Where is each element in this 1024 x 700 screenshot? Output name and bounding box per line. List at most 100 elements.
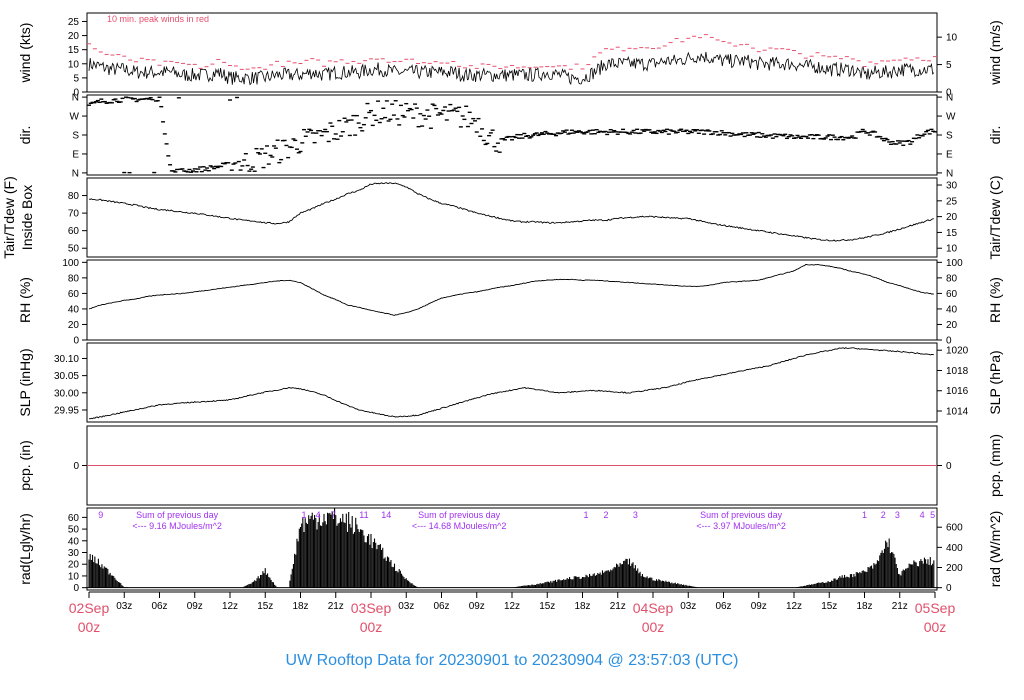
daily-sum-label: Sum of previous day: [136, 510, 219, 520]
daily-sum-value: <--- 3.97 MJoules/m^2: [696, 521, 786, 531]
y-tick-label: 60: [68, 513, 80, 524]
y-tick-label: 40: [68, 536, 80, 547]
y-right-tick-label: 15: [946, 228, 958, 239]
y-axis-label: rad(Lgly/hr): [17, 513, 33, 585]
y-right-tick-label: 1016: [946, 386, 969, 397]
x-tick-label: 09z: [469, 601, 485, 612]
y-right-tick-label: 0: [946, 461, 952, 472]
y-tick-label: W: [70, 112, 80, 123]
weather-chart: UW Rooftop Data for 20230901 to 20230904…: [1, 12, 1003, 669]
hour-annotation: 3: [895, 510, 900, 520]
hour-annotation: 1: [302, 510, 307, 520]
panel-frame-wind: [86, 12, 938, 93]
hour-annotation: 2: [603, 510, 608, 520]
y-tick-label: 30.05: [54, 371, 79, 382]
daily-sum-value: <--- 9.16 MJoules/m^2: [132, 521, 222, 531]
hour-annotation: 2: [881, 510, 886, 520]
y-right-tick-label: 1014: [946, 407, 969, 418]
y-right-tick-label: 20: [946, 320, 958, 331]
daily-sum-label: Sum of previous day: [700, 510, 783, 520]
y-right-tick-label: 100: [946, 258, 963, 269]
y-tick-label: 0: [73, 461, 79, 472]
hour-annotation: 5: [930, 510, 935, 520]
y-axis-label-right: rad (W/m^2): [987, 511, 1003, 588]
x-tick-label: 06z: [151, 601, 167, 612]
y-tick-label: 50: [68, 244, 80, 255]
hour-annotation: 7: [331, 510, 336, 520]
x-tick-label: 12z: [786, 601, 802, 612]
x-tick-label: 03z: [680, 601, 696, 612]
y-right-tick-label: 600: [946, 523, 963, 534]
wind-annotation: 10 min. peak winds in red: [107, 14, 209, 24]
y-tick-label: 15: [68, 45, 80, 56]
panel-frame-temp: [86, 177, 938, 258]
x-day-hour-label: 00z: [78, 619, 101, 635]
x-tick-label: 06z: [715, 601, 731, 612]
chart-title: UW Rooftop Data for 20230901 to 20230904…: [286, 652, 739, 669]
y-axis-label: SLP (inHg): [17, 348, 33, 416]
hour-annotation: 11: [359, 510, 368, 520]
y-right-tick-label: 60: [946, 289, 958, 300]
y-right-tick-label: 80: [946, 273, 958, 284]
y-tick-label: 10: [68, 571, 80, 582]
y-tick-label: 70: [68, 209, 80, 220]
x-day-label: 05Sep: [915, 600, 956, 616]
y-tick-label: 80: [68, 273, 80, 284]
y-tick-label: 100: [62, 258, 79, 269]
y-axis-label-right: Tair/Tdew (C): [987, 175, 1003, 259]
y-right-tick-label: N: [946, 168, 953, 179]
y-right-tick-label: N: [946, 93, 953, 104]
y-tick-label: 40: [68, 304, 80, 315]
y-axis-label: wind (kts): [17, 23, 33, 84]
y-tick-label: 30.00: [54, 388, 79, 399]
y-right-tick-label: 200: [946, 563, 963, 574]
y-axis-label-right: dir.: [987, 126, 1003, 145]
x-tick-label: 09z: [187, 601, 203, 612]
y-right-tick-label: 10: [946, 33, 958, 44]
y-axis-label-right: wind (m/s): [987, 20, 1003, 86]
y-tick-label: 60: [68, 289, 80, 300]
y-right-tick-label: 5: [946, 60, 952, 71]
x-day-hour-label: 00z: [642, 619, 665, 635]
y-axis-label: pcp. (in): [17, 440, 33, 491]
y-tick-label: E: [72, 149, 79, 160]
x-tick-label: 18z: [574, 601, 590, 612]
x-day-label: 02Sep: [69, 600, 110, 616]
y-right-tick-label: 10: [946, 244, 958, 255]
y-right-tick-label: 0: [946, 583, 952, 594]
y-right-tick-label: 20: [946, 212, 958, 223]
y-tick-label: 30: [68, 548, 80, 559]
y-tick-label: 60: [68, 226, 80, 237]
temp-series: [88, 182, 934, 242]
x-tick-label: 03z: [398, 601, 414, 612]
y-axis-label: RH (%): [17, 277, 33, 323]
hour-annotation: 1: [862, 510, 867, 520]
x-tick-label: 15z: [257, 601, 273, 612]
y-tick-label: 25: [68, 17, 80, 28]
hour-annotation: 4: [316, 510, 321, 520]
y-right-tick-label: 400: [946, 543, 963, 554]
x-tick-label: 09z: [751, 601, 767, 612]
y-tick-label: 10: [68, 59, 80, 70]
y-right-tick-label: 1020: [946, 346, 969, 357]
y-axis-label: dir.: [17, 126, 33, 145]
y-tick-label: N: [72, 168, 79, 179]
y-tick-label: 80: [68, 191, 80, 202]
x-tick-label: 12z: [504, 601, 520, 612]
y-right-tick-label: W: [946, 112, 956, 123]
y-tick-label: 50: [68, 525, 80, 536]
panel-frame-rh: [86, 259, 938, 341]
x-tick-label: 03z: [116, 601, 132, 612]
y-tick-label: 20: [68, 31, 80, 42]
x-tick-label: 12z: [222, 601, 238, 612]
slp-series: [88, 347, 934, 420]
x-day-label: 04Sep: [633, 600, 674, 616]
hour-annotation: 14: [381, 510, 391, 520]
y-tick-label: 5: [73, 73, 79, 84]
y-tick-label: 0: [73, 336, 79, 347]
daily-sum-label: Sum of previous day: [418, 510, 501, 520]
y-axis-label-2: Inside Box: [19, 185, 35, 250]
y-right-tick-label: 30: [946, 181, 958, 192]
y-axis-label-right: RH (%): [987, 277, 1003, 323]
y-axis-label: Tair/Tdew (F): [1, 176, 17, 258]
